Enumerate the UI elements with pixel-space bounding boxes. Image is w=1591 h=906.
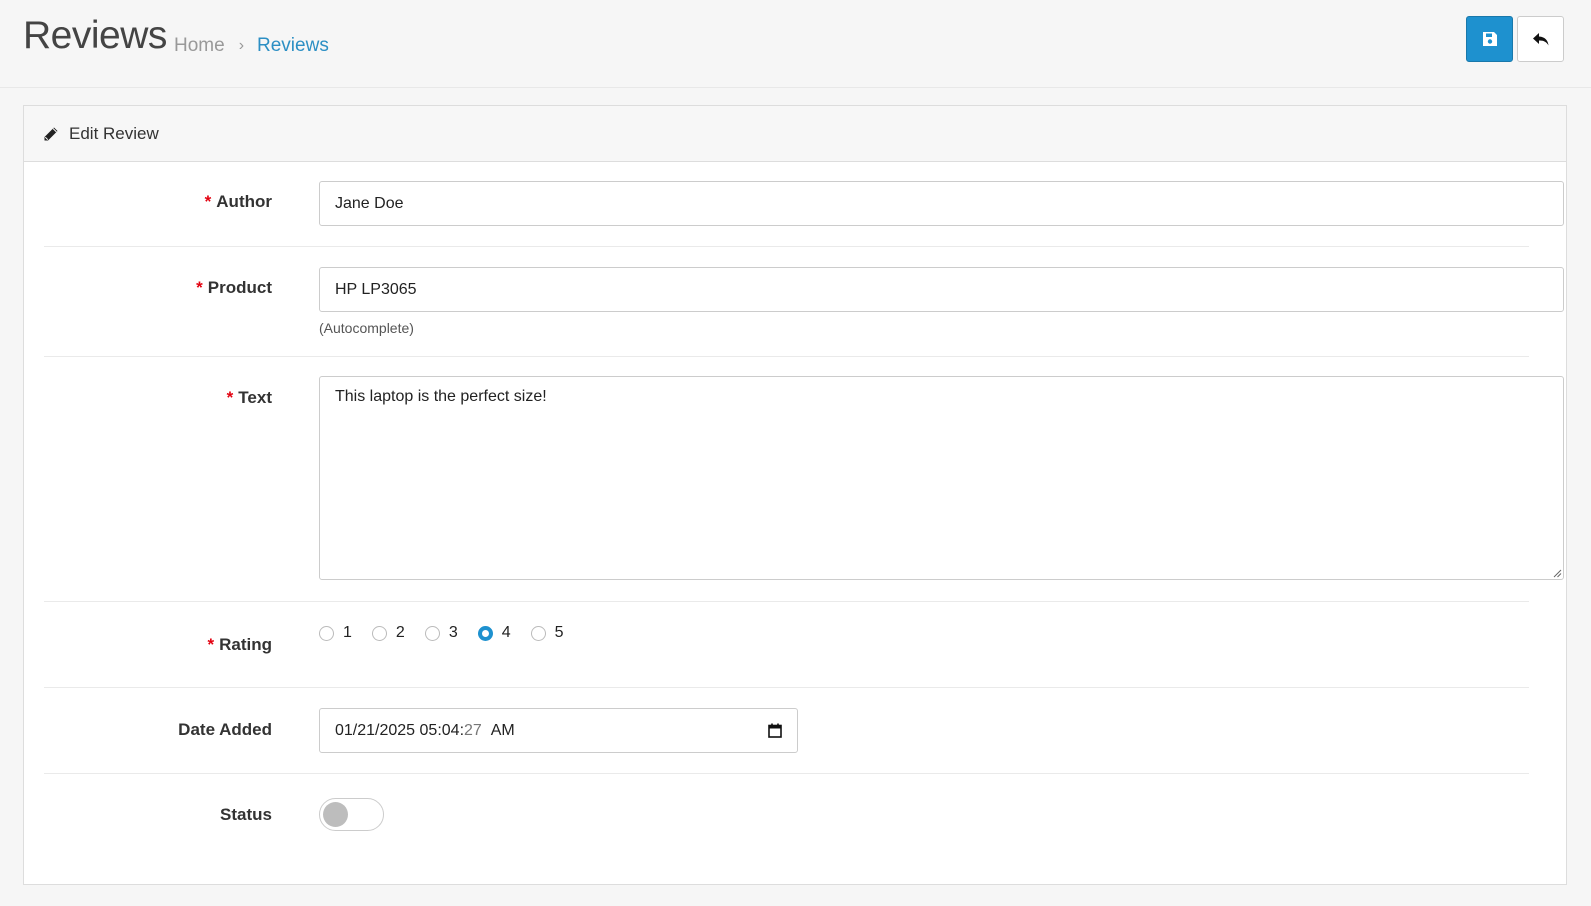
- resize-grip-icon[interactable]: [1552, 568, 1562, 578]
- rating-option-label: 4: [501, 624, 511, 641]
- required-marker: *: [226, 388, 234, 407]
- rating-radio-5[interactable]: [530, 625, 546, 641]
- card-header: Edit Review: [24, 106, 1566, 162]
- save-button[interactable]: [1466, 16, 1513, 62]
- date-added-label: Date Added: [178, 720, 272, 739]
- reply-arrow-icon: [1532, 33, 1548, 46]
- pencil-icon: [43, 126, 59, 142]
- calendar-icon[interactable]: [768, 723, 782, 738]
- date-added-value: 01/21/2025 05:04:27 AM: [335, 721, 515, 739]
- rating-option-label: 1: [343, 624, 352, 641]
- rating-radio-2[interactable]: [371, 625, 387, 641]
- rating-row: * Rating 1 2 3 4 5: [44, 602, 1529, 688]
- page-header: Reviews Home › Reviews: [0, 0, 1591, 88]
- status-row: Status: [44, 774, 1529, 859]
- breadcrumb-reviews-link[interactable]: Reviews: [257, 35, 329, 57]
- rating-option-label: 2: [395, 624, 405, 641]
- author-input[interactable]: Jane Doe: [319, 181, 1564, 226]
- rating-option-3[interactable]: 3: [424, 624, 458, 642]
- rating-option-label: 3: [448, 624, 458, 641]
- product-label: * Product: [196, 278, 272, 297]
- text-row: * Text This laptop is the perfect size!: [44, 357, 1564, 602]
- page-title: Reviews: [23, 14, 167, 57]
- rating-label: * Rating: [207, 635, 272, 654]
- rating-radio-group: 1 2 3 4 5: [319, 624, 584, 642]
- status-toggle-knob: [323, 802, 348, 827]
- text-label: * Text: [226, 388, 272, 407]
- floppy-disk-icon: [1482, 32, 1497, 46]
- rating-radio-1[interactable]: [319, 625, 334, 641]
- required-marker: *: [207, 635, 215, 654]
- rating-option-4[interactable]: 4: [477, 624, 511, 642]
- product-row: * Product HP LP3065 (Autocomplete): [44, 247, 1564, 357]
- breadcrumb: Home › Reviews: [174, 35, 329, 57]
- required-marker: *: [196, 278, 203, 297]
- status-toggle[interactable]: [319, 798, 384, 831]
- required-marker: *: [204, 192, 212, 211]
- rating-option-2[interactable]: 2: [371, 624, 405, 642]
- rating-option-label: 5: [554, 624, 564, 641]
- status-label: Status: [220, 805, 272, 824]
- card-title: Edit Review: [69, 123, 159, 143]
- rating-option-1[interactable]: 1: [319, 624, 352, 642]
- edit-review-card: Edit Review * Author Jane Doe * Product HP…: [23, 105, 1567, 885]
- rating-option-5[interactable]: 5: [530, 624, 564, 642]
- product-help-text: (Autocomplete): [319, 320, 414, 336]
- breadcrumb-separator: ›: [238, 37, 245, 54]
- product-input[interactable]: HP LP3065: [319, 267, 1564, 312]
- author-row: * Author Jane Doe: [44, 161, 1564, 247]
- rating-radio-4[interactable]: [477, 625, 493, 641]
- back-button[interactable]: [1517, 16, 1564, 62]
- rating-radio-3[interactable]: [424, 625, 440, 641]
- breadcrumb-home-link[interactable]: Home: [174, 35, 225, 57]
- date-added-row: Date Added 01/21/2025 05:04:27 AM: [44, 688, 1529, 774]
- text-textarea[interactable]: This laptop is the perfect size!: [319, 376, 1564, 580]
- date-added-input[interactable]: 01/21/2025 05:04:27 AM: [319, 708, 798, 753]
- author-label: * Author: [204, 192, 272, 211]
